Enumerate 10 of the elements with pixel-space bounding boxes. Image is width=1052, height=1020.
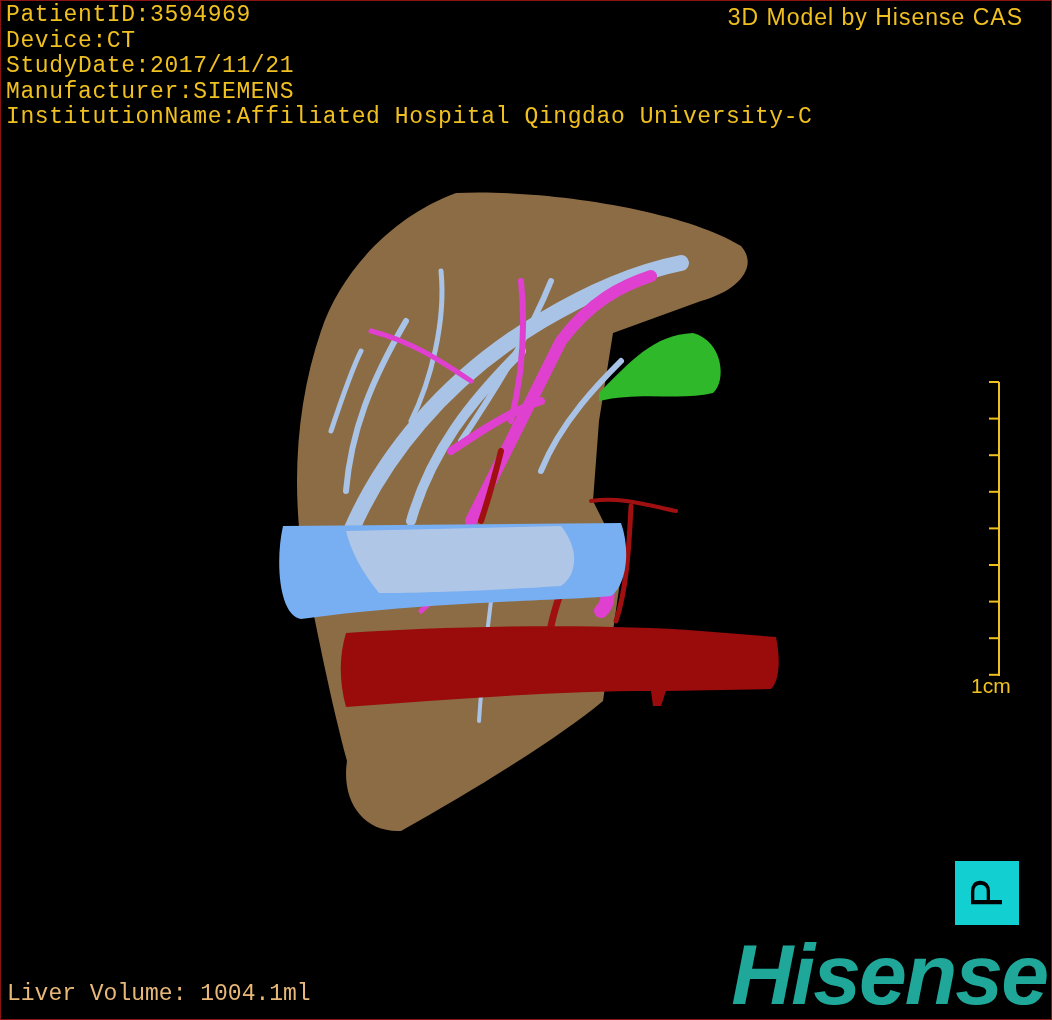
patient-info-text: PatientID:3594969 [6, 3, 251, 29]
patient-info-text: StudyDate:2017/11/21 [6, 54, 295, 80]
patient-info-text: InstitutionName:Affiliated Hospital Qingdao University-C [6, 105, 813, 131]
orientation-cube[interactable]: P [955, 861, 1019, 925]
model-credit-text: 3D Model by Hisense CAS [727, 4, 1023, 31]
patient-info-text: Manufacturer:SIEMENS [6, 79, 295, 105]
patient-info-text: Device:CT [6, 28, 136, 54]
scale-label: 1cm [971, 674, 1011, 698]
logo: Hisense [731, 931, 1047, 1017]
liver-volume-text: Liver Volume: 1004.1ml [7, 981, 311, 1007]
